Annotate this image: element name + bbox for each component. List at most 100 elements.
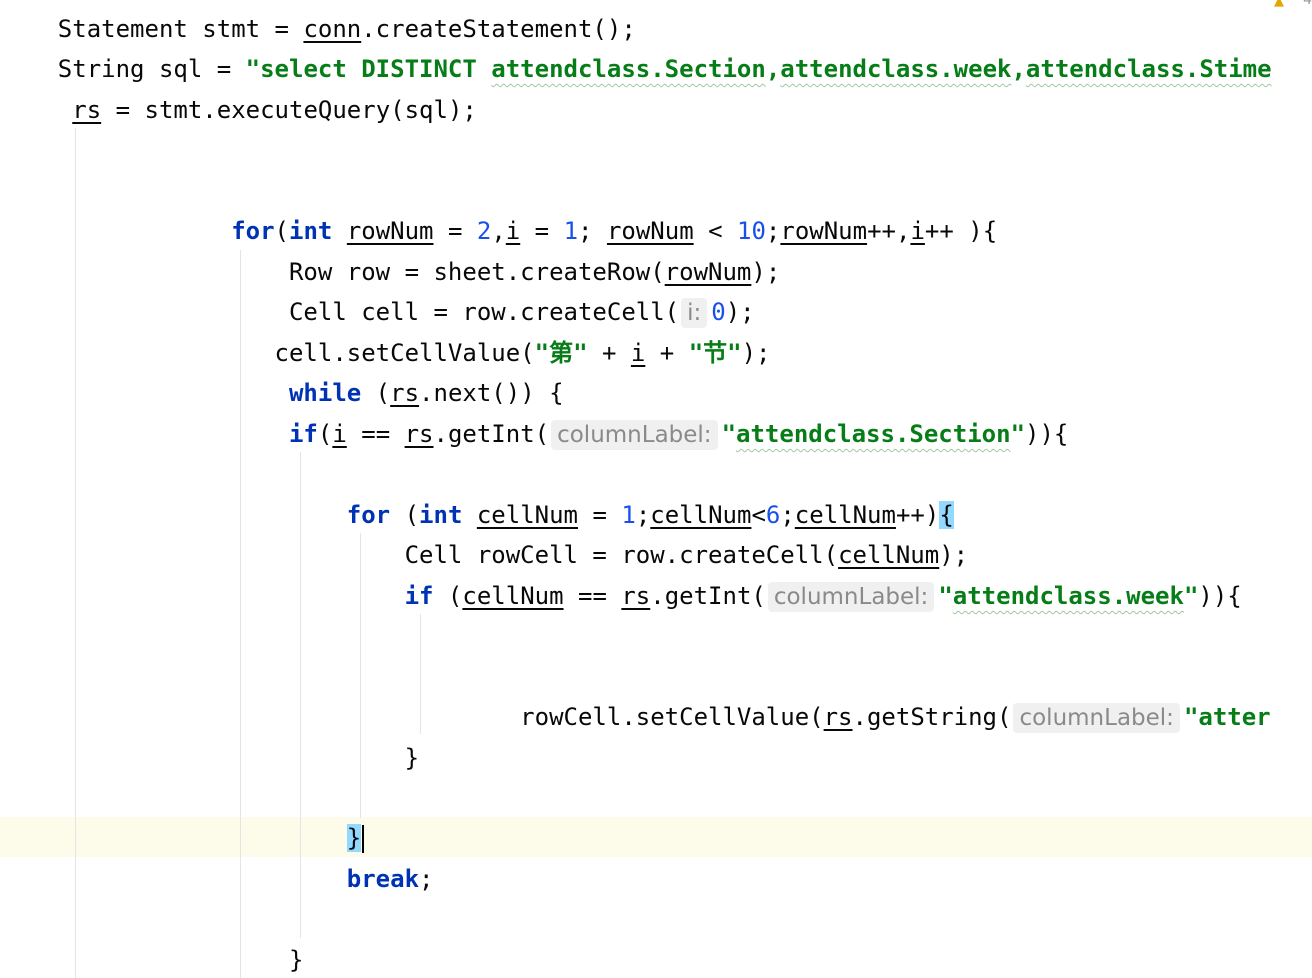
code-line[interactable]: while (rs.next()) { bbox=[0, 373, 1312, 413]
code-token: " bbox=[1010, 420, 1026, 448]
code-token: rs bbox=[72, 96, 102, 124]
code-token: = bbox=[433, 217, 477, 245]
code-token: ( bbox=[433, 582, 463, 610]
code-token: .next()) { bbox=[419, 379, 564, 407]
code-token: 10 bbox=[737, 217, 766, 245]
code-token: rowCell.setCellValue( bbox=[0, 703, 824, 731]
code-token: ; bbox=[419, 865, 434, 893]
code-token: " bbox=[1183, 582, 1199, 610]
code-token: )){ bbox=[1198, 582, 1242, 610]
code-line[interactable]: } bbox=[0, 818, 1312, 858]
parameter-hint: columnLabel: bbox=[767, 582, 935, 612]
code-line[interactable]: Row row = sheet.createRow(rowNum); bbox=[0, 252, 1312, 292]
code-token: i bbox=[910, 217, 925, 245]
code-token: attendclass.Stime bbox=[1025, 55, 1272, 83]
code-token: Cell cell = row.createCell( bbox=[0, 298, 680, 326]
code-token: ( bbox=[274, 217, 289, 245]
warning-icon[interactable]: ▲ bbox=[1274, 0, 1292, 9]
code-token: conn bbox=[303, 15, 362, 43]
code-token: Cell rowCell = row.createCell( bbox=[0, 541, 839, 569]
code-token: .getInt( bbox=[650, 582, 766, 610]
code-token: rs bbox=[823, 703, 853, 731]
code-token: } bbox=[0, 744, 420, 772]
code-token: rowNum bbox=[780, 217, 868, 245]
code-token: cellNum bbox=[462, 582, 564, 610]
code-token: "atter bbox=[1183, 703, 1271, 731]
code-line[interactable]: for(int rowNum = 2,i = 1; rowNum < 10;ro… bbox=[0, 211, 1312, 251]
code-token: String sql = bbox=[0, 55, 246, 83]
code-line[interactable]: rowCell.setCellValue(rs.getString(column… bbox=[0, 697, 1312, 737]
code-token: cellNum bbox=[838, 541, 940, 569]
code-line[interactable]: for (int cellNum = 1;cellNum<6;cellNum++… bbox=[0, 495, 1312, 535]
code-token: rs bbox=[390, 379, 420, 407]
code-token: 1 bbox=[621, 501, 636, 529]
code-token: == bbox=[563, 582, 622, 610]
code-token: Row row = sheet.createRow( bbox=[0, 258, 665, 286]
code-token: cellNum bbox=[650, 501, 752, 529]
code-token: Statement stmt = bbox=[0, 15, 304, 43]
code-line[interactable]: if(i == rs.getInt(columnLabel: "attendcla… bbox=[0, 414, 1312, 454]
code-token: , bbox=[491, 217, 506, 245]
text-caret bbox=[362, 825, 365, 853]
code-token: , bbox=[765, 55, 781, 83]
parameter-hint: i: bbox=[681, 298, 708, 328]
code-token: cellNum bbox=[794, 501, 896, 529]
code-token: cell.setCellValue( bbox=[0, 339, 535, 367]
code-line[interactable]: Statement stmt = conn.createStatement(); bbox=[0, 9, 1312, 49]
code-token: )){ bbox=[1025, 420, 1069, 448]
code-token: .getInt( bbox=[433, 420, 550, 448]
code-token: .getString( bbox=[852, 703, 1012, 731]
code-token: "select DISTINCT bbox=[245, 55, 492, 83]
code-line[interactable]: } bbox=[0, 940, 1312, 978]
code-line[interactable]: if (cellNum == rs.getInt(columnLabel: "at… bbox=[0, 576, 1312, 616]
code-token: ); bbox=[725, 298, 755, 326]
code-token: i bbox=[332, 420, 347, 448]
code-token: ++, bbox=[867, 217, 911, 245]
code-line[interactable]: break; bbox=[0, 859, 1312, 899]
code-token: ++ ){ bbox=[924, 217, 998, 245]
code-token: rowNum bbox=[664, 258, 752, 286]
code-token: rowNum bbox=[346, 217, 434, 245]
code-token: ; bbox=[780, 501, 795, 529]
code-token: } bbox=[0, 946, 304, 974]
code-line[interactable]: Cell rowCell = row.createCell(cellNum); bbox=[0, 535, 1312, 575]
code-line[interactable]: rs = stmt.executeQuery(sql); bbox=[0, 90, 1312, 130]
code-token: = stmt.executeQuery(sql); bbox=[101, 96, 477, 124]
code-line[interactable]: cell.setCellValue("第" + i + "节"); bbox=[0, 333, 1312, 373]
code-token: ; bbox=[578, 217, 607, 245]
code-line[interactable]: Cell cell = row.createCell(i: 0); bbox=[0, 292, 1312, 332]
code-token: ( bbox=[361, 379, 391, 407]
code-token: 2 bbox=[476, 217, 492, 245]
code-token: = bbox=[520, 217, 564, 245]
code-token: ; bbox=[765, 217, 781, 245]
code-token: attendclass.week bbox=[952, 582, 1184, 610]
code-token: while bbox=[288, 379, 362, 407]
code-token: "第" bbox=[534, 339, 588, 367]
parameter-hint: columnLabel: bbox=[1013, 703, 1180, 733]
code-token: , bbox=[1011, 55, 1026, 83]
code-token: ++) bbox=[895, 501, 940, 529]
code-token: == bbox=[346, 420, 405, 448]
code-token: for bbox=[231, 217, 275, 245]
code-token: + bbox=[587, 339, 631, 367]
code-token: if bbox=[404, 582, 434, 610]
code-editor[interactable]: ▲ 4 Statement stmt = conn.createStatemen… bbox=[0, 0, 1312, 978]
code-token: attendclass.Section bbox=[736, 420, 1011, 448]
code-token: int bbox=[289, 217, 333, 245]
parameter-hint: columnLabel: bbox=[551, 420, 718, 450]
matched-brace: } bbox=[346, 824, 362, 852]
matched-brace: { bbox=[939, 501, 954, 529]
code-line[interactable]: } bbox=[0, 738, 1312, 778]
warning-count[interactable]: 4 bbox=[1303, 0, 1312, 8]
code-token: .createStatement(); bbox=[361, 15, 636, 43]
code-token: 1 bbox=[563, 217, 579, 245]
code-token: ; bbox=[635, 501, 651, 529]
code-token: i bbox=[630, 339, 646, 367]
code-line[interactable]: String sql = "select DISTINCT attendclas… bbox=[0, 49, 1312, 89]
